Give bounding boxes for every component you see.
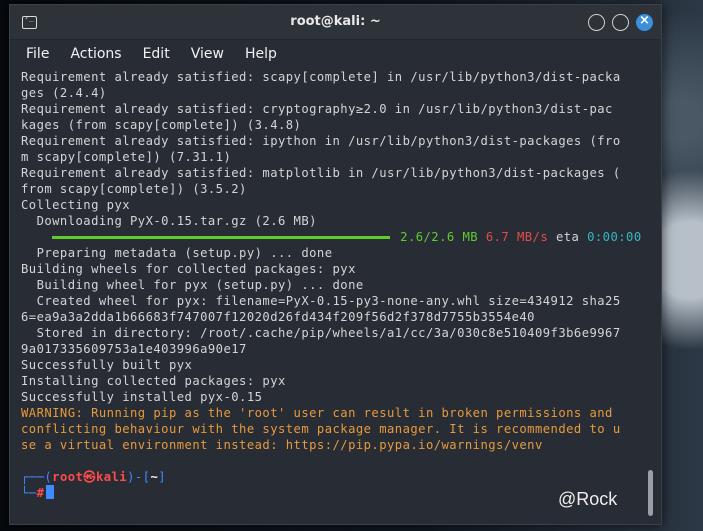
maximize-button[interactable] [612,14,629,31]
progress-speed: 6.7 MB/s [485,230,549,244]
terminal-output[interactable]: Requirement already satisfied: scapy[com… [10,67,647,524]
output-line: ges (2.4.4) [21,86,107,100]
menu-bar: File Actions Edit View Help [10,40,661,68]
menu-file[interactable]: File [16,46,60,62]
progress-bar [52,236,391,239]
title-bar[interactable]: root@kali: ~ × [10,5,661,40]
output-line: from scapy[complete]) (3.5.2) [21,182,247,196]
output-line: kages (from scapy[complete]) (3.4.8) [21,118,302,132]
output-line: 9a017335609753a1e403996a90e17 [21,342,247,356]
output-line: Requirement already satisfied: scapy[com… [21,70,621,84]
prompt-line-1: ┌──(root㉿kali)-[~] [21,469,647,485]
eta-label: eta [555,230,580,244]
prompt-user: root㉿kali [52,470,128,484]
output-line: Building wheel for pyx (setup.py) ... do… [21,278,364,292]
prompt-corner-bottom: └─ [21,486,37,500]
warning-line: conflicting behaviour with the system pa… [21,422,621,436]
window-title: root@kali: ~ [290,14,381,29]
minimize-button[interactable] [588,14,605,31]
prompt-line-2[interactable]: └─# [21,485,647,501]
output-line: Building wheels for collected packages: … [21,262,356,276]
progress-line: 2.6/2.6 MB 6.7 MB/s eta 0:00:00 [21,229,647,245]
prompt-separator: )-[ [127,470,151,484]
scrollbar[interactable] [648,470,653,516]
output-line: Collecting pyx [21,198,131,212]
output-line: Installing collected packages: pyx [21,374,286,388]
output-line: Stored in directory: /root/.cache/pip/wh… [21,326,621,340]
menu-view[interactable]: View [181,46,235,62]
progress-eta: 0:00:00 [587,230,642,244]
menu-actions[interactable]: Actions [60,46,132,62]
warning-line: se a virtual environment instead: https:… [21,438,543,452]
text-cursor[interactable] [46,485,55,499]
output-line: Requirement already satisfied: cryptogra… [21,102,613,116]
close-button[interactable]: × [636,13,653,31]
output-line: Requirement already satisfied: ipython i… [21,134,621,148]
output-line: Successfully installed pyx-0.15 [21,390,263,404]
menu-edit[interactable]: Edit [133,46,181,62]
prompt-bracket: ] [158,470,167,484]
prompt-corner: ┌──( [21,470,53,484]
terminal-window: root@kali: ~ × File Actions Edit View He… [9,4,662,525]
output-line: m scapy[complete]) (7.31.1) [21,150,232,164]
output-line: 6=ea9a3a2dda1b66683f747007f12020d26fd434… [21,310,535,324]
output-line: Created wheel for pyx: filename=PyX-0.15… [21,294,621,308]
progress-size: 2.6/2.6 MB [400,230,479,244]
output-line: Preparing metadata (setup.py) ... done [21,246,333,260]
close-icon: × [639,13,650,28]
output-line: Successfully built pyx [21,358,193,372]
output-line: Downloading PyX-0.15.tar.gz (2.6 MB) [21,214,317,228]
watermark-text: @Rock [558,489,618,509]
output-line: Requirement already satisfied: matplotli… [21,166,621,180]
menu-help[interactable]: Help [235,46,288,62]
warning-line: WARNING: Running pip as the 'root' user … [21,406,613,420]
prompt-hash: # [36,486,45,500]
